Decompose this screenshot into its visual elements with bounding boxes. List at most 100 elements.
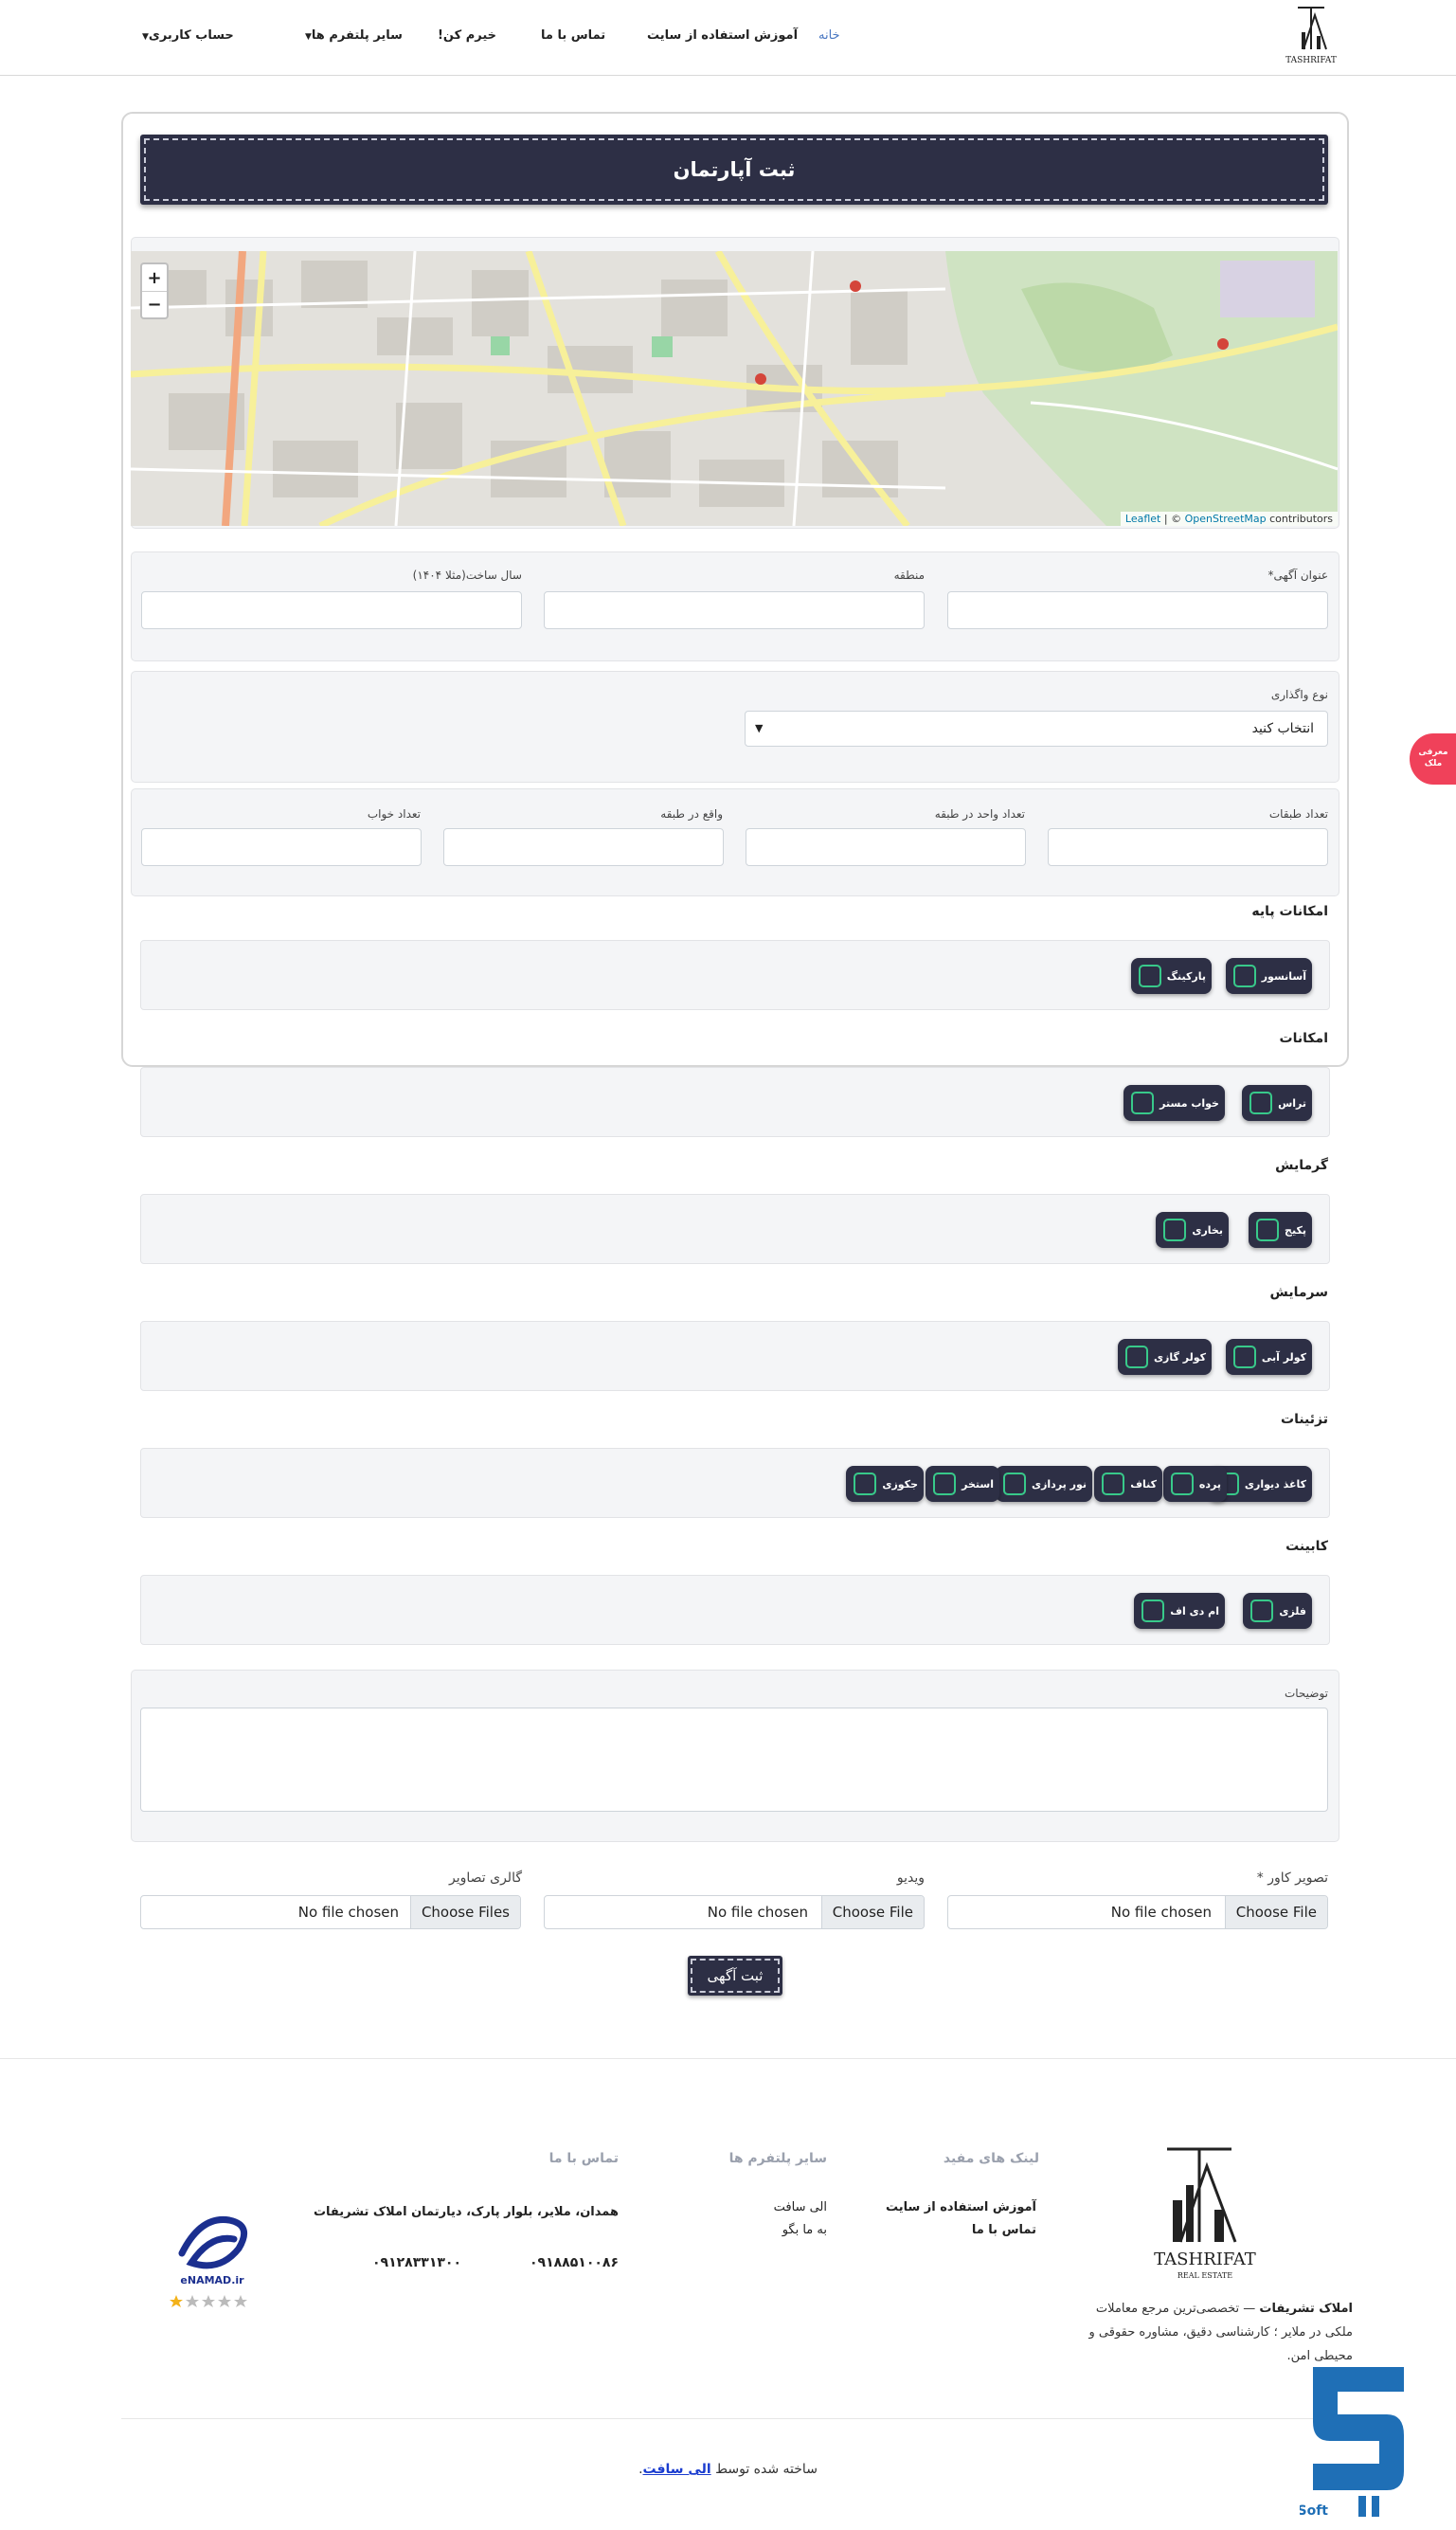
- checkbox-square[interactable]: [1256, 1219, 1280, 1241]
- region-input[interactable]: [544, 591, 925, 629]
- site-logo[interactable]: TASHRIFAT: [1281, 4, 1341, 72]
- attribution-contributors: contributors: [1266, 513, 1333, 525]
- checkbox-metal-cabinet[interactable]: فلزی: [1243, 1593, 1312, 1629]
- checkbox-square[interactable]: [1232, 1346, 1256, 1368]
- bedrooms-label: تعداد خواب: [367, 807, 421, 821]
- osm-link[interactable]: OpenStreetMap: [1185, 513, 1267, 525]
- bedrooms-input[interactable]: [141, 828, 422, 866]
- footer-link-elisoft[interactable]: الی سافت: [774, 2200, 827, 2214]
- choose-file-button[interactable]: Choose File: [820, 1896, 924, 1928]
- zoom-out-button[interactable]: −: [142, 291, 167, 317]
- basic-amenities-title: امکانات پایه: [1251, 904, 1328, 919]
- checkbox-square[interactable]: [1131, 1092, 1155, 1114]
- footer-phone-2[interactable]: ۰۹۱۲۸۳۳۱۳۰۰: [372, 2255, 461, 2270]
- heating-title: گرمایش: [1275, 1158, 1328, 1173]
- checkbox-square[interactable]: [1124, 1346, 1148, 1368]
- checkbox-mdf-cabinet[interactable]: ام دی اف: [1134, 1593, 1225, 1629]
- leaflet-link[interactable]: Leaflet: [1125, 513, 1160, 525]
- basic-amenities-box: آسانسور پارکینگ: [140, 940, 1330, 1010]
- description-label: توضیحات: [1284, 1687, 1328, 1700]
- checkbox-label: پارکینگ: [1166, 969, 1206, 983]
- page-title: ثبت آپارتمان: [144, 138, 1324, 201]
- checkbox-label: کناف: [1130, 1477, 1157, 1491]
- transfer-type-select[interactable]: انتخاب کنید ▼: [745, 711, 1328, 747]
- form-title-bar: ثبت آپارتمان: [140, 135, 1328, 205]
- checkbox-label: نور پردازی: [1032, 1477, 1087, 1491]
- caret-down-icon: ▼: [142, 32, 149, 42]
- ad-title-input[interactable]: [947, 591, 1328, 629]
- choose-file-button[interactable]: Choose File: [1224, 1896, 1327, 1928]
- checkbox-square[interactable]: [1138, 965, 1161, 987]
- footer-link-tell-us[interactable]: به ما بگو: [782, 2223, 827, 2237]
- region-label: منطقه: [893, 569, 925, 582]
- build-year-input[interactable]: [141, 591, 522, 629]
- footer-link-tutorial[interactable]: آموزش استفاده از سایت: [886, 2200, 1036, 2214]
- nav-home[interactable]: خانه: [818, 28, 840, 43]
- footer-bottom-divider: [121, 2418, 1349, 2419]
- checkbox-lighting[interactable]: نور پردازی: [996, 1466, 1092, 1502]
- checkbox-heater[interactable]: بخاری: [1156, 1212, 1229, 1248]
- checkbox-gas-cooler[interactable]: کولر گازی: [1117, 1339, 1212, 1375]
- checkbox-knauf[interactable]: کناف: [1094, 1466, 1162, 1502]
- checkbox-square[interactable]: [1249, 1092, 1273, 1114]
- top-navbar: TASHRIFAT خانه آموزش استفاده از سایت تما…: [0, 0, 1456, 76]
- footer-link-contact[interactable]: تماس با ما: [972, 2223, 1036, 2237]
- checkbox-square[interactable]: [1250, 1599, 1274, 1622]
- map-zoom-control: + −: [140, 262, 169, 319]
- checkbox-square[interactable]: [933, 1473, 957, 1495]
- floor-located-input[interactable]: [443, 828, 724, 866]
- zoom-in-button[interactable]: +: [142, 264, 167, 291]
- checkbox-square[interactable]: [1232, 965, 1256, 987]
- checkbox-curtain[interactable]: پرده: [1162, 1466, 1227, 1502]
- attribution-separator: | ©: [1160, 513, 1185, 525]
- checkbox-label: کولر آبی: [1261, 1350, 1306, 1364]
- checkbox-pool[interactable]: استخر: [926, 1466, 999, 1502]
- enamad-badge[interactable]: eNAMAD.ir: [163, 2196, 261, 2320]
- checkbox-evaporative-cooler[interactable]: کولر آبی: [1225, 1339, 1312, 1375]
- svg-text:eNAMAD.ir: eNAMAD.ir: [180, 2274, 244, 2286]
- description-textarea[interactable]: [140, 1708, 1328, 1812]
- cabinet-box: فلزی ام دی اف: [140, 1575, 1330, 1645]
- nav-tutorial[interactable]: آموزش استفاده از سایت: [647, 28, 798, 43]
- submit-ad-button[interactable]: ثبت آگهی: [688, 1956, 782, 1996]
- footer-phone-1[interactable]: ۰۹۱۸۸۵۱۰۰۸۶: [530, 2255, 619, 2270]
- gallery-input[interactable]: Choose Files No file chosen: [140, 1895, 521, 1929]
- checkbox-square[interactable]: [1141, 1599, 1165, 1622]
- checkbox-label: جکوزی: [882, 1477, 918, 1491]
- transfer-type-selected: انتخاب کنید: [1251, 721, 1314, 736]
- checkbox-square[interactable]: [1003, 1473, 1026, 1495]
- build-year-label: سال ساخت(مثلا ۱۴۰۴): [412, 569, 522, 582]
- floors-count-input[interactable]: [1048, 828, 1328, 866]
- floors-count-label: تعداد طبقات: [1268, 807, 1328, 821]
- nav-platforms-dropdown[interactable]: سایر پلتفرم ها▼: [301, 28, 403, 43]
- nav-contact[interactable]: تماس با ما: [541, 28, 605, 43]
- checkbox-terrace[interactable]: تراس: [1242, 1085, 1312, 1121]
- choose-files-button[interactable]: Choose Files: [409, 1896, 520, 1928]
- map-attribution: Leaflet | © OpenStreetMap contributors: [1120, 512, 1338, 526]
- location-map[interactable]: + − Leaflet | © OpenStreetMap contributo…: [131, 251, 1338, 526]
- units-per-floor-input[interactable]: [746, 828, 1026, 866]
- nav-account-dropdown[interactable]: حساب کاربری▼: [138, 28, 234, 43]
- video-input[interactable]: Choose File No file chosen: [544, 1895, 925, 1929]
- footer-credit: ساخته شده توسط الی سافت.: [0, 2462, 1456, 2477]
- checkbox-square[interactable]: [854, 1473, 877, 1495]
- no-file-text: No file chosen: [707, 1904, 808, 1921]
- checkbox-master-bedroom[interactable]: خواب مستر: [1123, 1085, 1225, 1121]
- footer-logo: TASHRIFAT REAL ESTATE: [1141, 2143, 1269, 2286]
- cover-image-input[interactable]: Choose File No file chosen: [947, 1895, 1328, 1929]
- introduce-property-button[interactable]: معرفی ملک: [1410, 733, 1456, 785]
- checkbox-parking[interactable]: پارکینگ: [1130, 958, 1212, 994]
- checkbox-elevator[interactable]: آسانسور: [1225, 958, 1312, 994]
- checkbox-square[interactable]: [1163, 1219, 1187, 1241]
- nav-buy[interactable]: خیرم کن!: [438, 28, 496, 43]
- checkbox-label: پکیج: [1285, 1223, 1306, 1237]
- checkbox-square[interactable]: [1102, 1473, 1125, 1495]
- checkbox-package-heater[interactable]: پکیج: [1249, 1212, 1312, 1248]
- submit-ad-label: ثبت آگهی: [691, 1959, 780, 1993]
- video-label: ویدیو: [896, 1870, 925, 1886]
- credit-link[interactable]: الی سافت: [643, 2462, 711, 2477]
- amenities-title: امکانات: [1279, 1031, 1328, 1046]
- checkbox-jacuzzi[interactable]: جکوزی: [846, 1466, 924, 1502]
- footer-address: همدان، ملایر، بلوار پارک، دیارتمان املاک…: [313, 2205, 619, 2219]
- checkbox-square[interactable]: [1170, 1473, 1194, 1495]
